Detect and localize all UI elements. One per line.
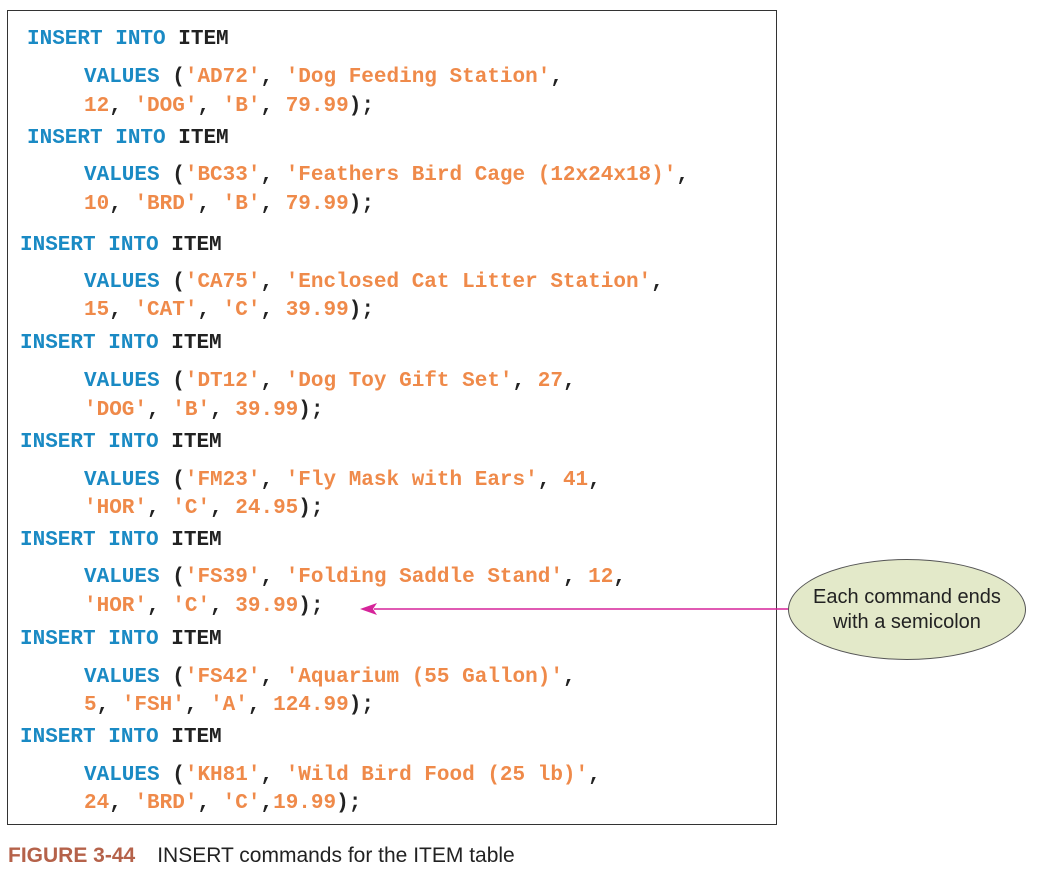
figure-caption-text: INSERT commands for the ITEM table	[157, 844, 515, 867]
callout-arrow	[360, 603, 790, 615]
callout-text: Each command ends with a semicolon	[813, 585, 1001, 633]
figure-caption: FIGURE 3-44 INSERT commands for the ITEM …	[8, 843, 515, 869]
figure-label: FIGURE 3-44	[8, 844, 136, 867]
callout-bubble: Each command ends with a semicolon	[788, 559, 1026, 660]
